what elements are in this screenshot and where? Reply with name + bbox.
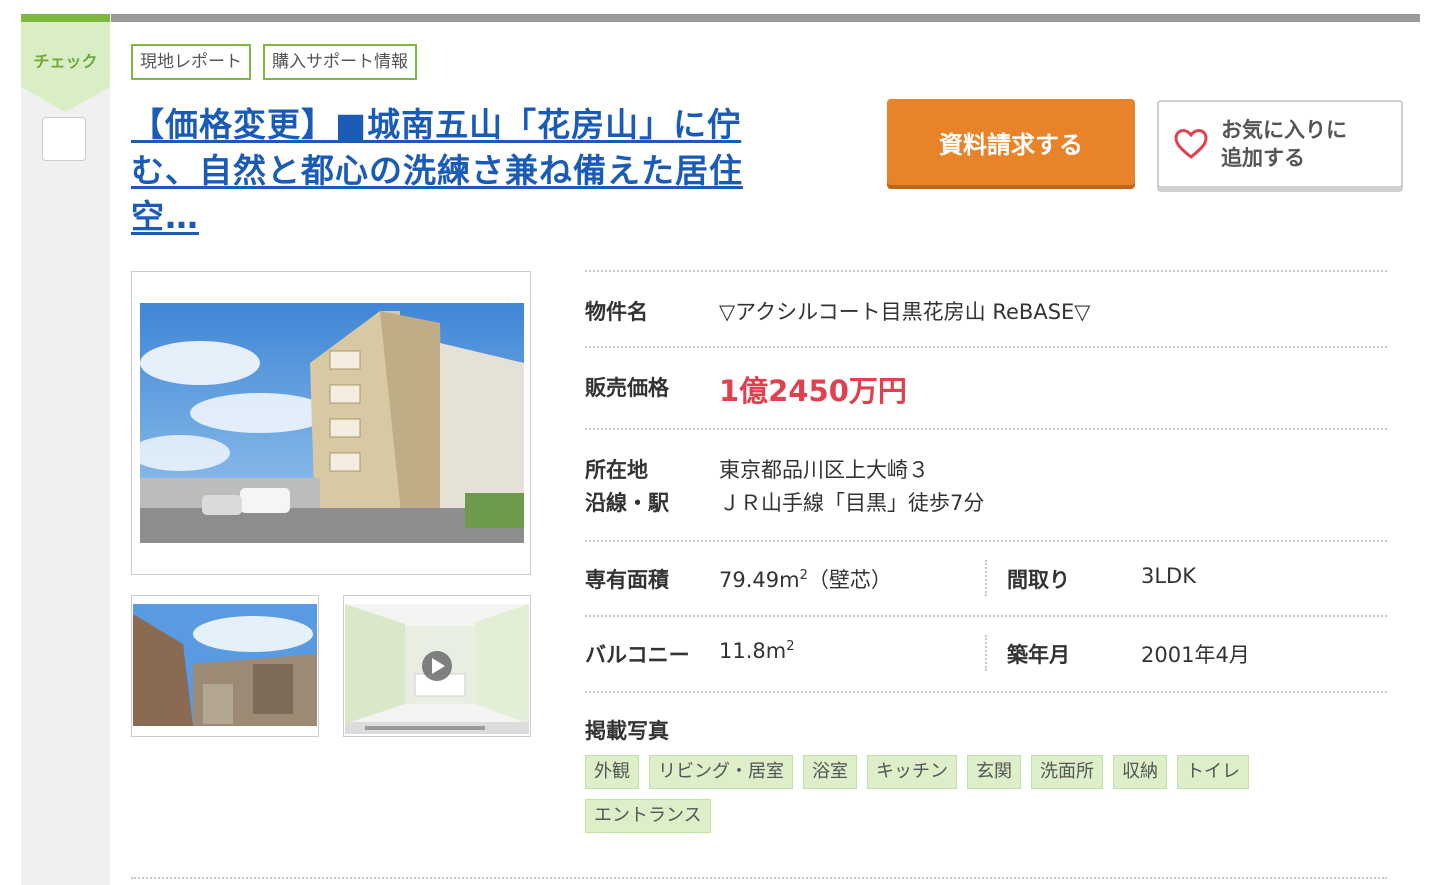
photo-category-tags: 外観 リビング・居室 浴室 キッチン 玄関 洗面所 収納 トイレ エントランス [585,755,1305,833]
property-checkbox[interactable] [42,117,86,161]
area-unit-sup: 2 [799,568,808,583]
photo-tag-washroom[interactable]: 洗面所 [1031,755,1103,789]
address-value: 東京都品川区上大崎３ [719,458,929,482]
photo-tag-entry[interactable]: 玄関 [967,755,1021,789]
built-value: 2001年4月 [1141,643,1250,667]
area-value: 79.49m2（壁芯） [719,564,892,594]
video-preview [345,604,529,734]
layout-value: 3LDK [1141,564,1197,588]
property-name-value: ▽アクシルコート目黒花房山 ReBASE▽ [719,300,1091,324]
add-favorite-button[interactable]: お気に入りに 追加する [1157,100,1403,188]
row-property-name: 物件名 ▽アクシルコート目黒花房山 ReBASE▽ [585,272,1387,346]
address-label: 所在地 [585,458,648,482]
area-note: （壁芯） [807,568,892,592]
favorite-label-line1: お気に入りに [1221,118,1347,142]
thumbnail-aerial[interactable] [131,595,319,737]
request-materials-button[interactable]: 資料請求する [887,99,1135,185]
request-materials-label: 資料請求する [939,130,1083,159]
balcony-value: 11.8m2 [719,639,795,663]
area-number: 79.49m [719,568,800,592]
photo-tag-kitchen[interactable]: キッチン [867,755,957,789]
row-photos: 掲載写真 [585,693,1387,753]
tag-site-report[interactable]: 現地レポート [131,44,251,80]
category-tags: 現地レポート 購入サポート情報 [131,44,417,80]
photo-tag-bath[interactable]: 浴室 [803,755,857,789]
photo-tag-storage[interactable]: 収納 [1113,755,1167,789]
balcony-unit-sup: 2 [786,639,795,654]
check-tab: チェック [21,22,110,112]
thumbnail-video[interactable] [343,595,531,737]
row-price: 販売価格 1億2450万円 [585,348,1387,428]
main-photo[interactable] [131,271,531,575]
column-divider [985,635,987,671]
check-tab-label: チェック [33,52,98,71]
check-column-top-bar [21,14,110,22]
price-value: 1億2450万円 [719,374,907,408]
favorite-label-line2: 追加する [1221,146,1305,170]
aerial-photo [133,604,317,726]
add-favorite-label: お気に入りに 追加する [1221,116,1347,172]
layout-label: 間取り [1007,568,1070,592]
built-label: 築年月 [1007,643,1070,667]
row-balcony-built: バルコニー 11.8m2 築年月 2001年4月 [585,617,1387,691]
bottom-divider [131,877,1387,879]
row-area-layout: 専有面積 79.49m2（壁芯） 間取り 3LDK [585,542,1387,615]
heart-icon [1174,128,1208,159]
photo-tag-exterior[interactable]: 外観 [585,755,639,789]
photo-tag-toilet[interactable]: トイレ [1177,755,1249,789]
property-details: 物件名 ▽アクシルコート目黒花房山 ReBASE▽ 販売価格 1億2450万円 … [585,270,1387,753]
header-rule [111,14,1420,22]
column-divider [985,560,987,596]
station-value: ＪＲ山手線「目黒」徒歩7分 [719,491,985,515]
check-column: チェック [21,14,110,885]
building-exterior-photo [140,303,524,543]
balcony-label: バルコニー [585,643,690,667]
row-location: 所在地 東京都品川区上大崎３ 沿線・駅 ＪＲ山手線「目黒」徒歩7分 [585,430,1387,540]
price-label: 販売価格 [585,376,669,400]
photo-tag-living[interactable]: リビング・居室 [649,755,793,789]
station-label: 沿線・駅 [585,491,669,515]
area-label: 専有面積 [585,568,669,592]
property-title-link[interactable]: 【価格変更】■城南五山「花房山」に佇む、自然と都心の洗練さ兼ね備えた居住空… [131,102,791,240]
photo-tag-entrance[interactable]: エントランス [585,799,711,833]
photos-label: 掲載写真 [585,719,669,743]
tag-purchase-support[interactable]: 購入サポート情報 [263,44,417,80]
property-name-label: 物件名 [585,300,648,324]
balcony-number: 11.8m [719,639,787,663]
